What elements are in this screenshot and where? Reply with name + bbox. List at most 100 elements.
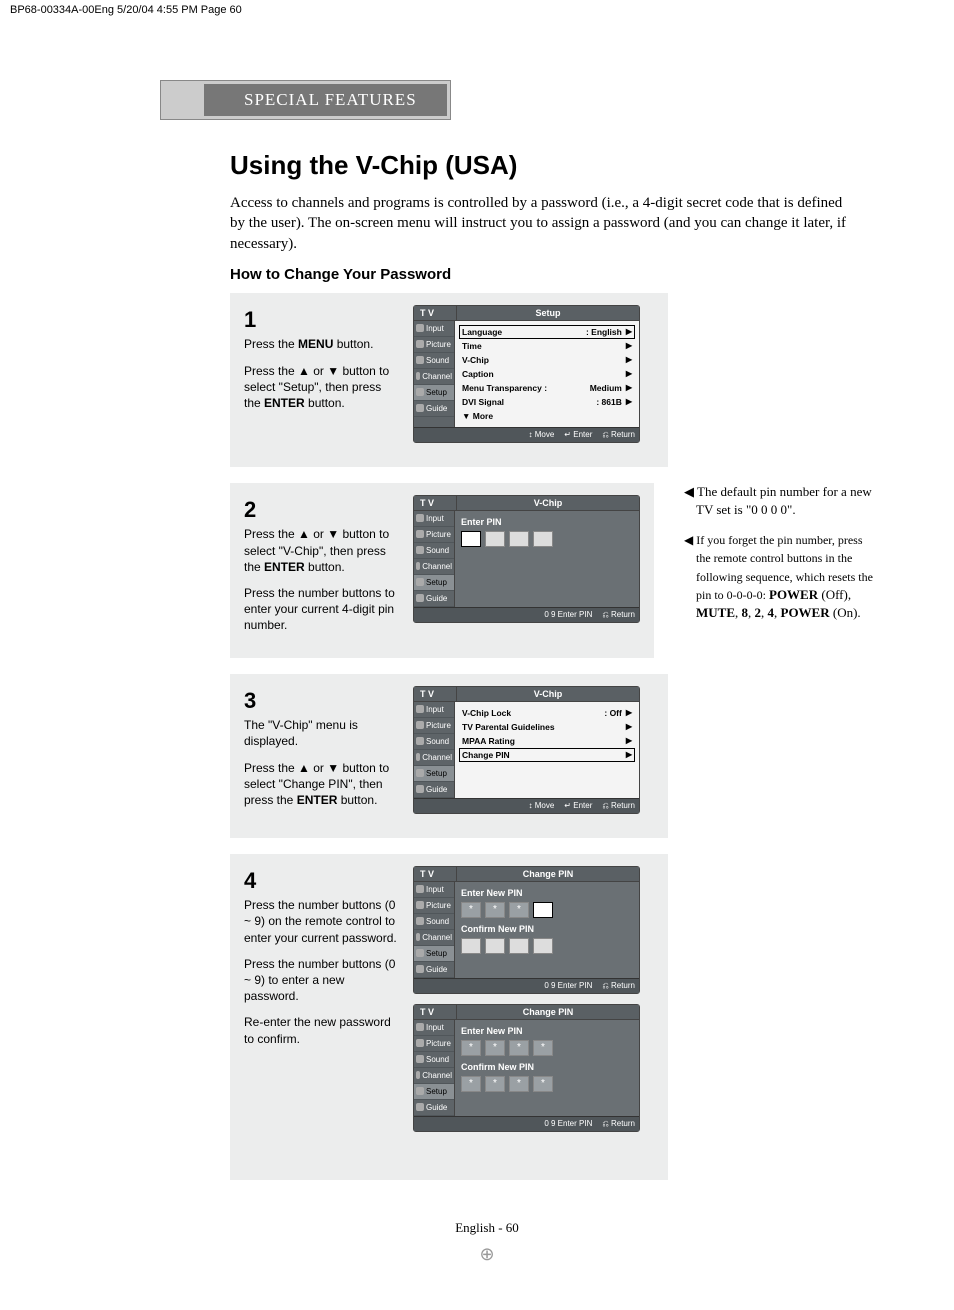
step-3: 3 The "V-Chip" menu is displayed. Press … <box>230 674 668 838</box>
picture-icon <box>416 340 424 348</box>
osd-footer-enter: ↵ Enter <box>564 801 592 811</box>
osd-side-picture-label: Picture <box>426 340 451 349</box>
osd-main-panel: Enter New PIN * * * * Confirm New PIN * … <box>455 1020 639 1116</box>
sound-icon <box>416 546 424 554</box>
osd-side-guide: Guide <box>414 401 454 417</box>
step-3-number: 3 <box>244 686 399 716</box>
step-1-line1-b: MENU <box>298 337 333 351</box>
setup-icon <box>416 949 424 957</box>
page-number-footer: English - 60 <box>100 1220 874 1236</box>
page-title: Using the V-Chip (USA) <box>230 150 874 181</box>
step-2-text: 2 Press the ▲ or ▼ button to select "V-C… <box>244 495 399 644</box>
osd-change-pin-confirmed: T V Change PIN Input Picture Sound Chann… <box>413 1004 640 1132</box>
osd-footer-return: ⎌ Return <box>602 1119 635 1129</box>
osd-title: Change PIN <box>457 1005 639 1019</box>
osd-side-guide-label: Guide <box>426 404 447 413</box>
chevron-right-icon: ▶ <box>626 341 632 351</box>
osd-vchip-enter-pin: T V V-Chip Input Picture Sound Channel S… <box>413 495 640 623</box>
osd-row-mpaa: MPAA Rating▶ <box>459 734 635 748</box>
channel-icon <box>416 933 420 941</box>
osd-sidebar: Input Picture Sound Channel Setup Guide <box>414 321 455 427</box>
osd-footer: ↕ Move ↵ Enter ⎌ Return <box>414 798 639 813</box>
osd-footer: 0 9 Enter PIN ⎌ Return <box>414 1116 639 1131</box>
osd-row-dvi-val: : 861B <box>596 397 622 407</box>
chevron-right-icon: ▶ <box>626 383 632 393</box>
step-2-notes: ◀ The default pin number for a new TV se… <box>684 483 874 634</box>
pin-box-4 <box>533 902 553 918</box>
osd-footer-move: ↕ Move <box>529 430 555 440</box>
input-icon <box>416 885 424 893</box>
osd-footer-return: ⎌ Return <box>602 981 635 991</box>
note-default-pin: ◀ The default pin number for a new TV se… <box>684 483 874 519</box>
picture-icon <box>416 901 424 909</box>
step-4-line1: Press the number buttons (0 ~ 9) on the … <box>244 897 399 946</box>
step-3-line2-b: ENTER <box>297 793 338 807</box>
guide-icon <box>416 1103 424 1111</box>
osd-tab: T V <box>414 867 457 881</box>
osd-tab: T V <box>414 306 457 320</box>
osd-side-input: Input <box>414 1020 454 1036</box>
guide-icon <box>416 965 424 973</box>
picture-icon <box>416 530 424 538</box>
osd-title: V-Chip <box>457 496 639 510</box>
osd-side-channel-label: Channel <box>422 372 452 381</box>
osd-row-transparency-val: Medium <box>590 383 622 393</box>
osd-footer-enterpin: 0 9 Enter PIN <box>544 610 592 620</box>
osd-footer-return: ⎌ Return <box>602 610 635 620</box>
osd-side-guide: Guide <box>414 782 454 798</box>
osd-row-language-label: Language <box>462 327 586 337</box>
osd-side-input: Input <box>414 511 454 527</box>
sound-icon <box>416 737 424 745</box>
osd-tab: T V <box>414 1005 457 1019</box>
osd-side-picture: Picture <box>414 527 454 543</box>
step-1-line1-a: Press the <box>244 337 298 351</box>
chevron-right-icon: ▶ <box>626 736 632 746</box>
print-meta-strip: BP68-00334A-00Eng 5/20/04 4:55 PM Page 6… <box>0 0 954 20</box>
osd-side-picture: Picture <box>414 337 454 353</box>
osd-row-vchip: V-Chip▶ <box>459 353 635 367</box>
pin-box-3 <box>509 531 529 547</box>
pin-box-4: * <box>533 1040 553 1056</box>
input-icon <box>416 1023 424 1031</box>
chevron-right-icon: ▶ <box>626 750 632 760</box>
setup-icon <box>416 1087 424 1095</box>
osd-side-sound: Sound <box>414 1052 454 1068</box>
osd-row-dvi-label: DVI Signal <box>462 397 596 407</box>
confirm-new-pin-boxes <box>461 938 633 954</box>
chevron-right-icon: ▶ <box>626 708 632 718</box>
osd-row-tvparental: TV Parental Guidelines▶ <box>459 720 635 734</box>
step-1-number: 1 <box>244 305 399 335</box>
channel-icon <box>416 372 420 380</box>
pin-box-3 <box>509 938 529 954</box>
pin-box-2: * <box>485 1040 505 1056</box>
osd-main-panel: Enter PIN <box>455 511 639 607</box>
pin-box-2: * <box>485 902 505 918</box>
osd-sidebar: Input Picture Sound Channel Setup Guide <box>414 882 455 978</box>
osd-side-channel: Channel <box>414 1068 454 1084</box>
pin-box-4 <box>533 938 553 954</box>
picture-icon <box>416 721 424 729</box>
pin-box-1 <box>461 531 481 547</box>
step-2-line2: Press the number buttons to enter your c… <box>244 585 399 634</box>
step-3-text: 3 The "V-Chip" menu is displayed. Press … <box>244 686 399 824</box>
osd-row-caption-label: Caption <box>462 369 626 379</box>
step-1: 1 Press the MENU button. Press the ▲ or … <box>230 293 668 467</box>
osd-change-pin-entering: T V Change PIN Input Picture Sound Chann… <box>413 866 640 994</box>
osd-footer: 0 9 Enter PIN ⎌ Return <box>414 607 639 622</box>
pin-box-3: * <box>509 1076 529 1092</box>
osd-tab: T V <box>414 496 457 510</box>
guide-icon <box>416 404 424 412</box>
channel-icon <box>416 562 420 570</box>
osd-row-more-label: ▼ More <box>462 411 632 421</box>
pin-box-4: * <box>533 1076 553 1092</box>
osd-side-sound: Sound <box>414 543 454 559</box>
chevron-right-icon: ▶ <box>626 397 632 407</box>
note-forgot-pin: ◀ If you forget the pin number, press th… <box>684 531 874 622</box>
enter-new-pin-boxes: * * * * <box>461 1040 633 1056</box>
osd-setup-menu: T V Setup Input Picture Sound Channel Se… <box>413 305 640 443</box>
osd-footer: ↕ Move ↵ Enter ⎌ Return <box>414 427 639 442</box>
channel-icon <box>416 1071 420 1079</box>
osd-side-sound: Sound <box>414 353 454 369</box>
step-4: 4 Press the number buttons (0 ~ 9) on th… <box>230 854 668 1180</box>
sound-icon <box>416 917 424 925</box>
